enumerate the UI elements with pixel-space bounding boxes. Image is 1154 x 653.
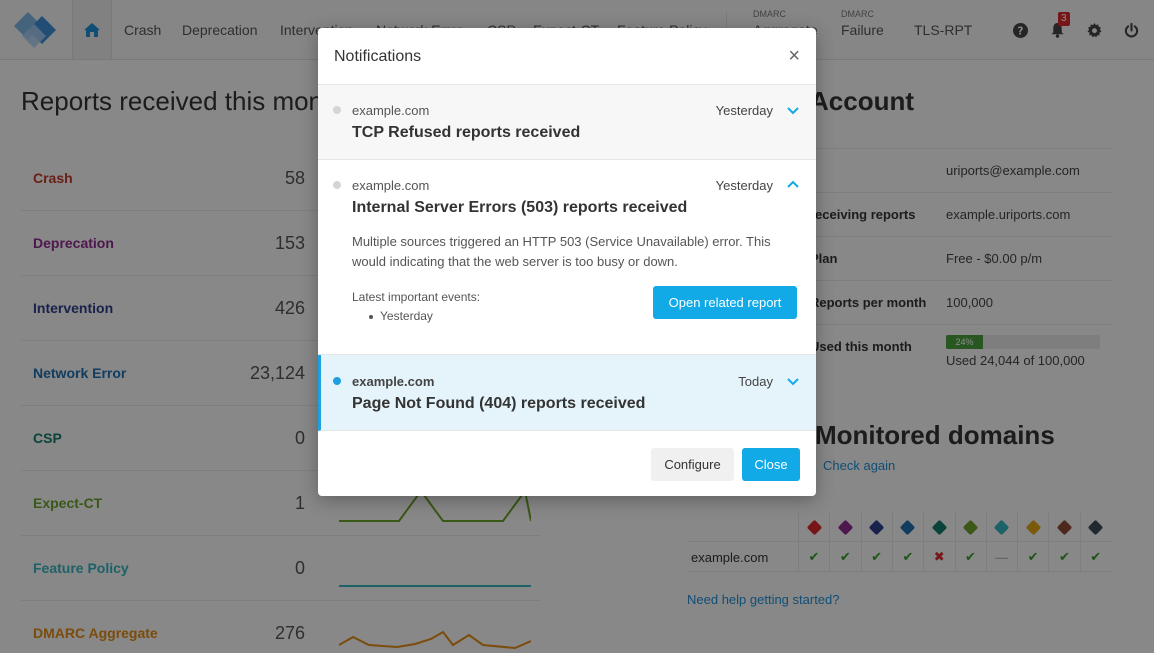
notification-title: Page Not Found (404) reports received [352, 395, 646, 412]
chevron-down-icon[interactable] [786, 375, 800, 389]
unread-dot-icon [333, 377, 341, 385]
open-related-report-button[interactable]: Open related report [653, 286, 797, 319]
read-dot-icon [333, 106, 341, 114]
notification-item-404[interactable]: example.com Today Page Not Found (404) r… [318, 355, 816, 431]
notification-title: TCP Refused reports received [352, 124, 581, 141]
notification-description: Multiple sources triggered an HTTP 503 (… [352, 234, 771, 269]
modal-close-icon[interactable]: × [788, 46, 800, 66]
configure-button[interactable]: Configure [651, 448, 734, 481]
latest-events-label: Latest important events: [352, 290, 481, 304]
latest-event-item: Yesterday [369, 309, 433, 323]
notification-source: example.com [352, 374, 435, 389]
modal-title: Notifications [334, 48, 422, 65]
notification-item-tcp-refused[interactable]: example.com Yesterday TCP Refused report… [318, 85, 816, 160]
notification-time: Yesterday [715, 103, 773, 118]
close-button[interactable]: Close [742, 448, 800, 481]
chevron-down-icon[interactable] [786, 104, 800, 118]
notification-source: example.com [352, 103, 430, 118]
read-dot-icon [333, 181, 341, 189]
notification-title: Internal Server Errors (503) reports rec… [352, 199, 688, 216]
notifications-modal: Notifications × example.com Yesterday TC… [318, 28, 816, 496]
chevron-up-icon[interactable] [786, 177, 800, 191]
notification-time: Today [738, 374, 773, 389]
notification-source: example.com [352, 178, 430, 193]
notification-item-503[interactable]: example.com Yesterday Internal Server Er… [318, 160, 816, 355]
notification-time: Yesterday [715, 178, 773, 193]
modal-header: Notifications × [318, 28, 816, 85]
